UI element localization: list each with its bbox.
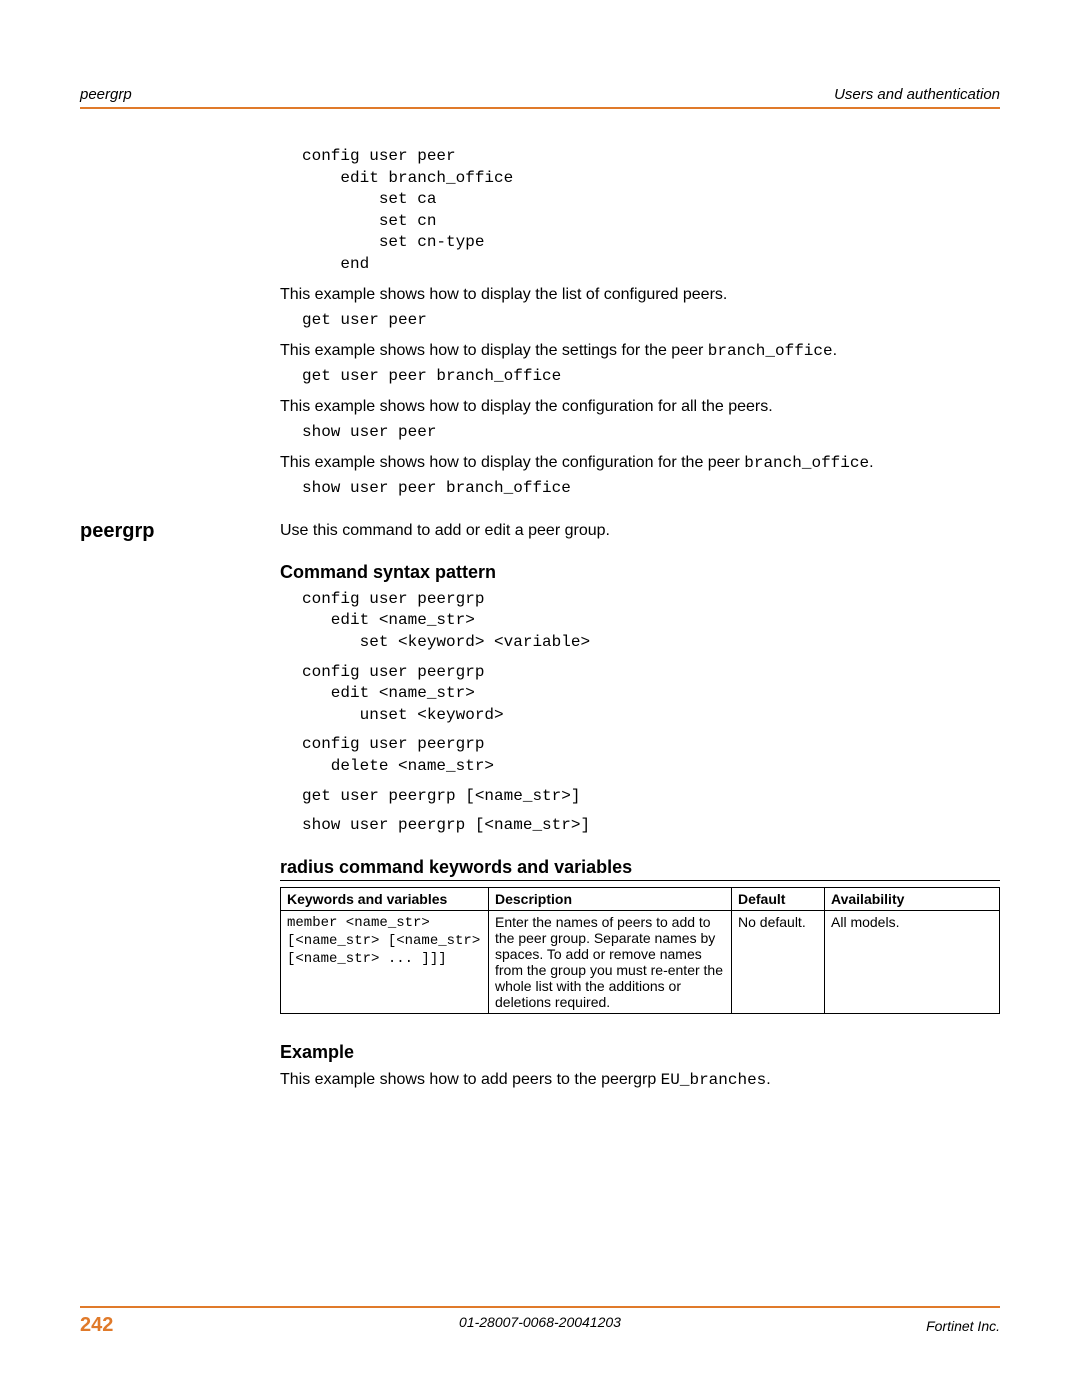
heading-radius-keywords: radius command keywords and variables [280,857,1000,881]
code-show-user-peer: show user peer [302,422,1000,444]
header-right: Users and authentication [834,86,1000,103]
para-config-all-peers: This example shows how to display the co… [280,396,1000,418]
right-col-1: config user peer edit branch_office set … [280,143,1000,508]
heading-example: Example [280,1042,1000,1063]
para-example: This example shows how to add peers to t… [280,1069,1000,1091]
para-peergrp-intro: Use this command to add or edit a peer g… [280,520,1000,542]
page-footer: 242 01-28007-0068-20041203 Fortinet Inc. [80,1306,1000,1337]
footer-line: 242 01-28007-0068-20041203 Fortinet Inc. [80,1306,1000,1337]
heading-command-syntax: Command syntax pattern [280,562,1000,583]
para6-text-b: . [766,1071,770,1088]
table-header-row: Keywords and variables Description Defau… [281,887,1000,910]
td-description: Enter the names of peers to add to the p… [489,910,732,1013]
code-get-user-peer: get user peer [302,310,1000,332]
para2-code: branch_office [708,342,833,360]
para4-code: branch_office [744,454,869,472]
code-config-user-peer: config user peer edit branch_office set … [302,146,1000,276]
th-default: Default [732,887,825,910]
right-col-2: Use this command to add or edit a peer g… [280,520,1000,1096]
para4-text-a: This example shows how to display the co… [280,454,744,471]
para6-text-a: This example shows how to add peers to t… [280,1071,661,1088]
th-availability: Availability [825,887,1000,910]
syntax-block-4: get user peergrp [<name_str>] [302,786,1000,808]
td-keywords: member <name_str> [<name_str> [<name_str… [281,910,489,1013]
para2-text-b: . [833,342,837,359]
page-number: 242 [80,1314,113,1337]
para-config-peer: This example shows how to display the co… [280,452,1000,474]
th-description: Description [489,887,732,910]
code-get-user-peer-branch: get user peer branch_office [302,366,1000,388]
para6-code: EU_branches [661,1071,767,1089]
footer-doc-id: 01-28007-0068-20041203 [459,1314,621,1330]
syntax-block-2: config user peergrp edit <name_str> unse… [302,662,1000,727]
para-list-peers: This example shows how to display the li… [280,284,1000,306]
keywords-table: Keywords and variables Description Defau… [280,887,1000,1014]
para4-text-b: . [869,454,873,471]
left-col-empty [80,143,280,508]
body-row-2: peergrp Use this command to add or edit … [80,520,1000,1096]
page: peergrp Users and authentication config … [0,0,1080,1397]
side-heading-peergrp: peergrp [80,520,280,543]
syntax-block-5: show user peergrp [<name_str>] [302,815,1000,837]
syntax-block-1: config user peergrp edit <name_str> set … [302,589,1000,654]
code-show-user-peer-branch: show user peer branch_office [302,478,1000,500]
body-row-1: config user peer edit branch_office set … [80,143,1000,508]
table-row: member <name_str> [<name_str> [<name_str… [281,910,1000,1013]
para2-text-a: This example shows how to display the se… [280,342,708,359]
footer-company: Fortinet Inc. [926,1318,1000,1334]
header-left: peergrp [80,86,132,103]
th-keywords: Keywords and variables [281,887,489,910]
td-default: No default. [732,910,825,1013]
para-settings-peer: This example shows how to display the se… [280,340,1000,362]
page-header: peergrp Users and authentication [80,86,1000,109]
td-availability: All models. [825,910,1000,1013]
left-col-heading: peergrp [80,520,280,1096]
syntax-block-3: config user peergrp delete <name_str> [302,734,1000,777]
